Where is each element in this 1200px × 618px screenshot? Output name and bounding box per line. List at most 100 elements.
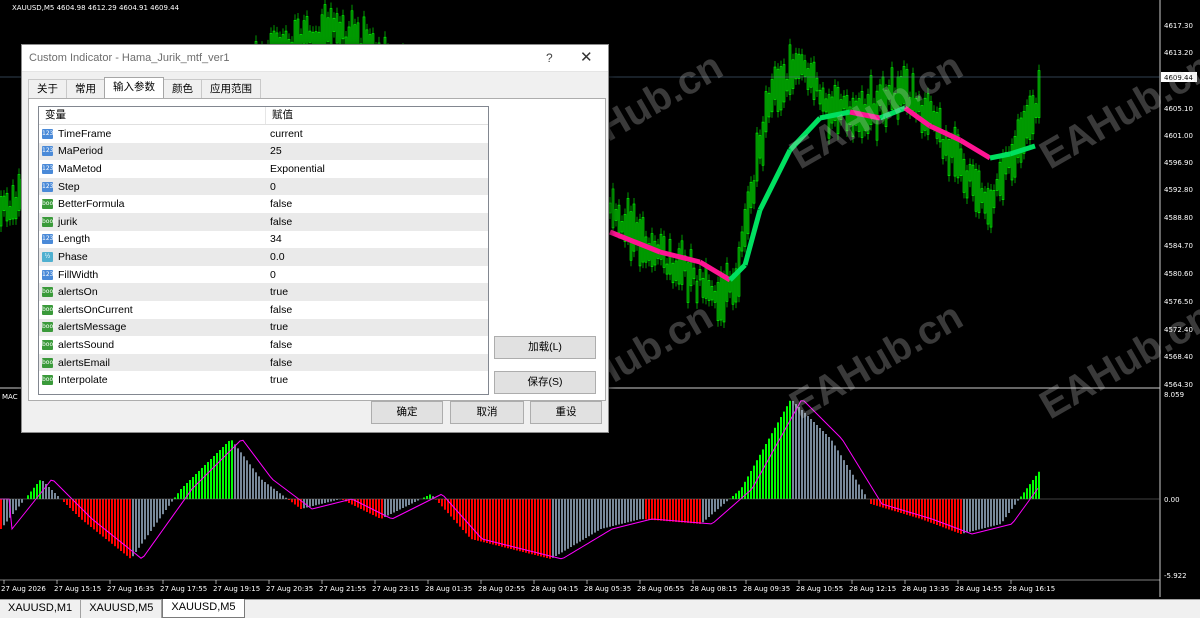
histogram-bar bbox=[168, 499, 170, 506]
histogram-bar bbox=[240, 452, 242, 499]
boolean-type-icon: bool bbox=[42, 322, 53, 332]
parameter-row-betterformula[interactable]: boolBetterFormulafalse bbox=[39, 195, 488, 213]
parameter-name: alertsEmail bbox=[58, 357, 264, 369]
price-tick-label: 4596.90 bbox=[1164, 159, 1193, 167]
dialog-titlebar[interactable]: Custom Indicator - Hama_Jurik_mtf_ver1 ?… bbox=[22, 45, 608, 72]
parameter-value[interactable]: Exponential bbox=[264, 163, 325, 175]
histogram-bar bbox=[498, 499, 500, 546]
close-icon[interactable]: ✕ bbox=[580, 48, 593, 66]
histogram-bar bbox=[75, 499, 77, 514]
parameter-value[interactable]: false bbox=[264, 304, 292, 316]
histogram-bar bbox=[366, 499, 368, 512]
ok-button[interactable]: 确定 bbox=[371, 401, 443, 424]
parameters-table[interactable]: 变量 赋值 123TimeFramecurrent123MaPeriod2512… bbox=[38, 106, 489, 395]
parameter-row-maperiod[interactable]: 123MaPeriod25 bbox=[39, 143, 488, 161]
histogram-bar bbox=[108, 499, 110, 541]
parameter-row-jurik[interactable]: booljurikfalse bbox=[39, 213, 488, 231]
cancel-button[interactable]: 取消 bbox=[450, 401, 524, 424]
histogram-bar bbox=[858, 485, 860, 500]
parameter-row-alertsoncurrent[interactable]: boolalertsOnCurrentfalse bbox=[39, 301, 488, 319]
histogram-bar bbox=[969, 499, 971, 532]
histogram-bar bbox=[675, 499, 677, 522]
parameter-value[interactable]: true bbox=[264, 374, 288, 386]
parameter-row-alertsmessage[interactable]: boolalertsMessagetrue bbox=[39, 319, 488, 337]
save-button[interactable]: 保存(S) bbox=[494, 371, 596, 394]
parameter-row-alertsemail[interactable]: boolalertsEmailfalse bbox=[39, 354, 488, 372]
parameter-row-step[interactable]: 123Step0 bbox=[39, 178, 488, 196]
histogram-bar bbox=[894, 499, 896, 511]
histogram-bar bbox=[15, 499, 17, 510]
parameter-row-phase[interactable]: ½Phase0.0 bbox=[39, 248, 488, 266]
time-tick-label: 28 Aug 08:15 bbox=[690, 585, 737, 593]
histogram-bar bbox=[882, 499, 884, 508]
histogram-bar bbox=[261, 480, 263, 499]
histogram-bar bbox=[678, 499, 680, 522]
histogram-bar bbox=[384, 499, 386, 517]
histogram-bar bbox=[225, 444, 227, 499]
parameter-name: Phase bbox=[58, 251, 264, 263]
parameter-value[interactable]: true bbox=[264, 321, 288, 333]
parameter-value[interactable]: false bbox=[264, 216, 292, 228]
histogram-bar bbox=[246, 460, 248, 499]
tab-inputs[interactable]: 输入参数 bbox=[104, 77, 164, 98]
chart-tab-xauusd-m5-active[interactable]: XAUUSD,M5 bbox=[162, 599, 244, 618]
histogram-bar bbox=[618, 499, 620, 525]
histogram-bar bbox=[441, 499, 443, 506]
parameter-value[interactable]: false bbox=[264, 339, 292, 351]
time-tick-label: 27 Aug 17:55 bbox=[160, 585, 207, 593]
parameter-value[interactable]: current bbox=[264, 128, 303, 140]
histogram-bar bbox=[840, 455, 842, 499]
histogram-bar bbox=[177, 493, 179, 499]
parameter-row-mametod[interactable]: 123MaMetodExponential bbox=[39, 160, 488, 178]
parameter-value[interactable]: 34 bbox=[264, 233, 282, 245]
parameter-row-alertssound[interactable]: boolalertsSoundfalse bbox=[39, 336, 488, 354]
parameter-row-timeframe[interactable]: 123TimeFramecurrent bbox=[39, 125, 488, 143]
histogram-bar bbox=[30, 492, 32, 500]
histogram-bar bbox=[444, 499, 446, 510]
parameter-row-length[interactable]: 123Length34 bbox=[39, 231, 488, 249]
histogram-bar bbox=[579, 499, 581, 542]
histogram-bar bbox=[549, 499, 551, 559]
histogram-bar bbox=[462, 499, 464, 530]
parameter-value[interactable]: 25 bbox=[264, 145, 282, 157]
parameter-row-interpolate[interactable]: boolInterpolatetrue bbox=[39, 371, 488, 389]
histogram-bar bbox=[885, 499, 887, 509]
histogram-bar bbox=[90, 499, 92, 527]
custom-indicator-dialog: Custom Indicator - Hama_Jurik_mtf_ver1 ?… bbox=[21, 44, 609, 433]
histogram-bar bbox=[825, 434, 827, 499]
tab-about[interactable]: 关于 bbox=[28, 79, 67, 98]
histogram-bar bbox=[375, 499, 377, 517]
histogram-bar bbox=[657, 499, 659, 520]
parameter-value[interactable]: true bbox=[264, 286, 288, 298]
histogram-bar bbox=[978, 499, 980, 530]
parameter-value[interactable]: 0 bbox=[264, 269, 276, 281]
parameter-row-alertson[interactable]: boolalertsOntrue bbox=[39, 283, 488, 301]
tab-common[interactable]: 常用 bbox=[66, 79, 105, 98]
histogram-bar bbox=[714, 499, 716, 512]
indicator-tick-label: -5.922 bbox=[1164, 572, 1187, 580]
indicator-tick-label: 0.00 bbox=[1164, 496, 1180, 504]
histogram-bar bbox=[696, 499, 698, 524]
histogram-bar bbox=[996, 499, 998, 525]
reset-button[interactable]: 重设 bbox=[530, 401, 602, 424]
tab-visualization[interactable]: 应用范围 bbox=[201, 79, 261, 98]
help-button[interactable]: ? bbox=[546, 51, 553, 65]
parameter-row-fillwidth[interactable]: 123FillWidth0 bbox=[39, 266, 488, 284]
chart-tab-xauusd-m5[interactable]: XAUUSD,M5 bbox=[81, 600, 162, 618]
histogram-bar bbox=[645, 499, 647, 519]
load-button[interactable]: 加载(L) bbox=[494, 336, 596, 359]
parameter-value[interactable]: 0 bbox=[264, 181, 276, 193]
histogram-bar bbox=[297, 499, 299, 507]
chart-tab-xauusd-m1[interactable]: XAUUSD,M1 bbox=[0, 600, 81, 618]
tab-colors[interactable]: 颜色 bbox=[163, 79, 202, 98]
parameter-value[interactable]: 0.0 bbox=[264, 251, 285, 263]
histogram-bar bbox=[966, 499, 968, 533]
time-tick-label: 28 Aug 09:35 bbox=[743, 585, 790, 593]
histogram-bar bbox=[318, 499, 320, 505]
parameter-value[interactable]: false bbox=[264, 198, 292, 210]
histogram-bar bbox=[993, 499, 995, 526]
histogram-bar bbox=[750, 471, 752, 499]
parameter-value[interactable]: false bbox=[264, 357, 292, 369]
histogram-bar bbox=[975, 499, 977, 530]
histogram-bar bbox=[153, 499, 155, 527]
